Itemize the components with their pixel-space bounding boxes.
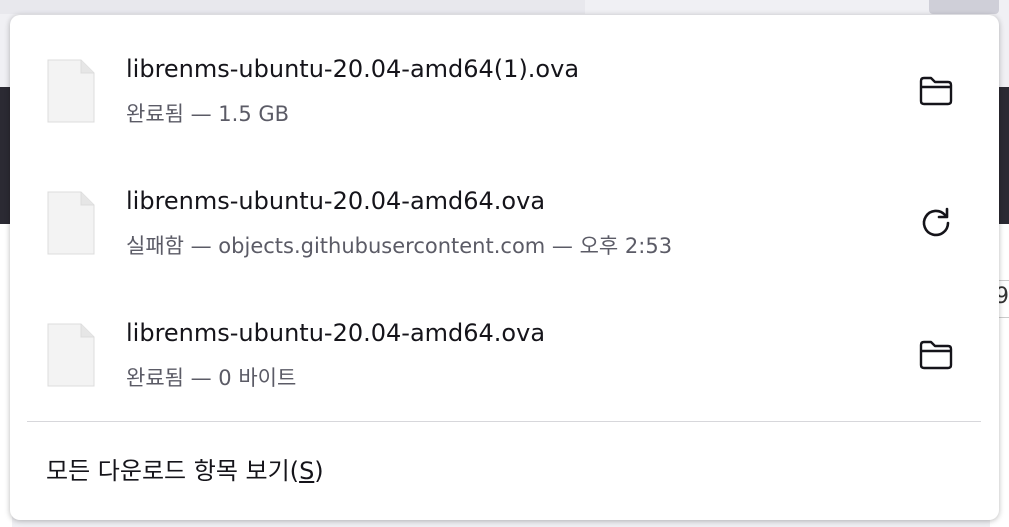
show-in-folder-button[interactable] [912,333,960,377]
file-icon [47,59,95,123]
show-in-folder-button[interactable] [912,69,960,113]
toolbar-button-bg [929,0,999,14]
download-status: 실패함 — objects.githubusercontent.com — 오후… [126,234,673,258]
browser-toolbar-bg [0,0,585,14]
retry-download-button[interactable] [912,201,960,245]
retry-icon [922,207,950,237]
panel-divider [27,421,981,422]
folder-icon [919,76,953,106]
show-all-accesskey: S [299,457,315,485]
download-filename: librenms-ubuntu-20.04-amd64.ova [126,319,546,347]
download-item[interactable]: librenms-ubuntu-20.04-amd64(1).ova 완료됨 —… [10,49,999,169]
download-filename: librenms-ubuntu-20.04-amd64(1).ova [126,55,580,83]
downloads-panel: librenms-ubuntu-20.04-amd64(1).ova 완료됨 —… [10,15,999,520]
download-item[interactable]: librenms-ubuntu-20.04-amd64.ova 완료됨 — 0 … [10,313,999,433]
show-all-label: 모든 다운로드 항목 보기( [46,457,300,485]
folder-icon [919,340,953,370]
file-icon [47,323,95,387]
download-status: 완료됨 — 1.5 GB [126,102,290,126]
download-item[interactable]: librenms-ubuntu-20.04-amd64.ova 실패함 — ob… [10,181,999,301]
show-all-suffix: ) [314,457,324,485]
download-status: 완료됨 — 0 바이트 [126,366,297,390]
download-filename: librenms-ubuntu-20.04-amd64.ova [126,187,546,215]
file-icon [47,191,95,255]
show-all-downloads-button[interactable]: 모든 다운로드 항목 보기(S) [46,451,324,486]
